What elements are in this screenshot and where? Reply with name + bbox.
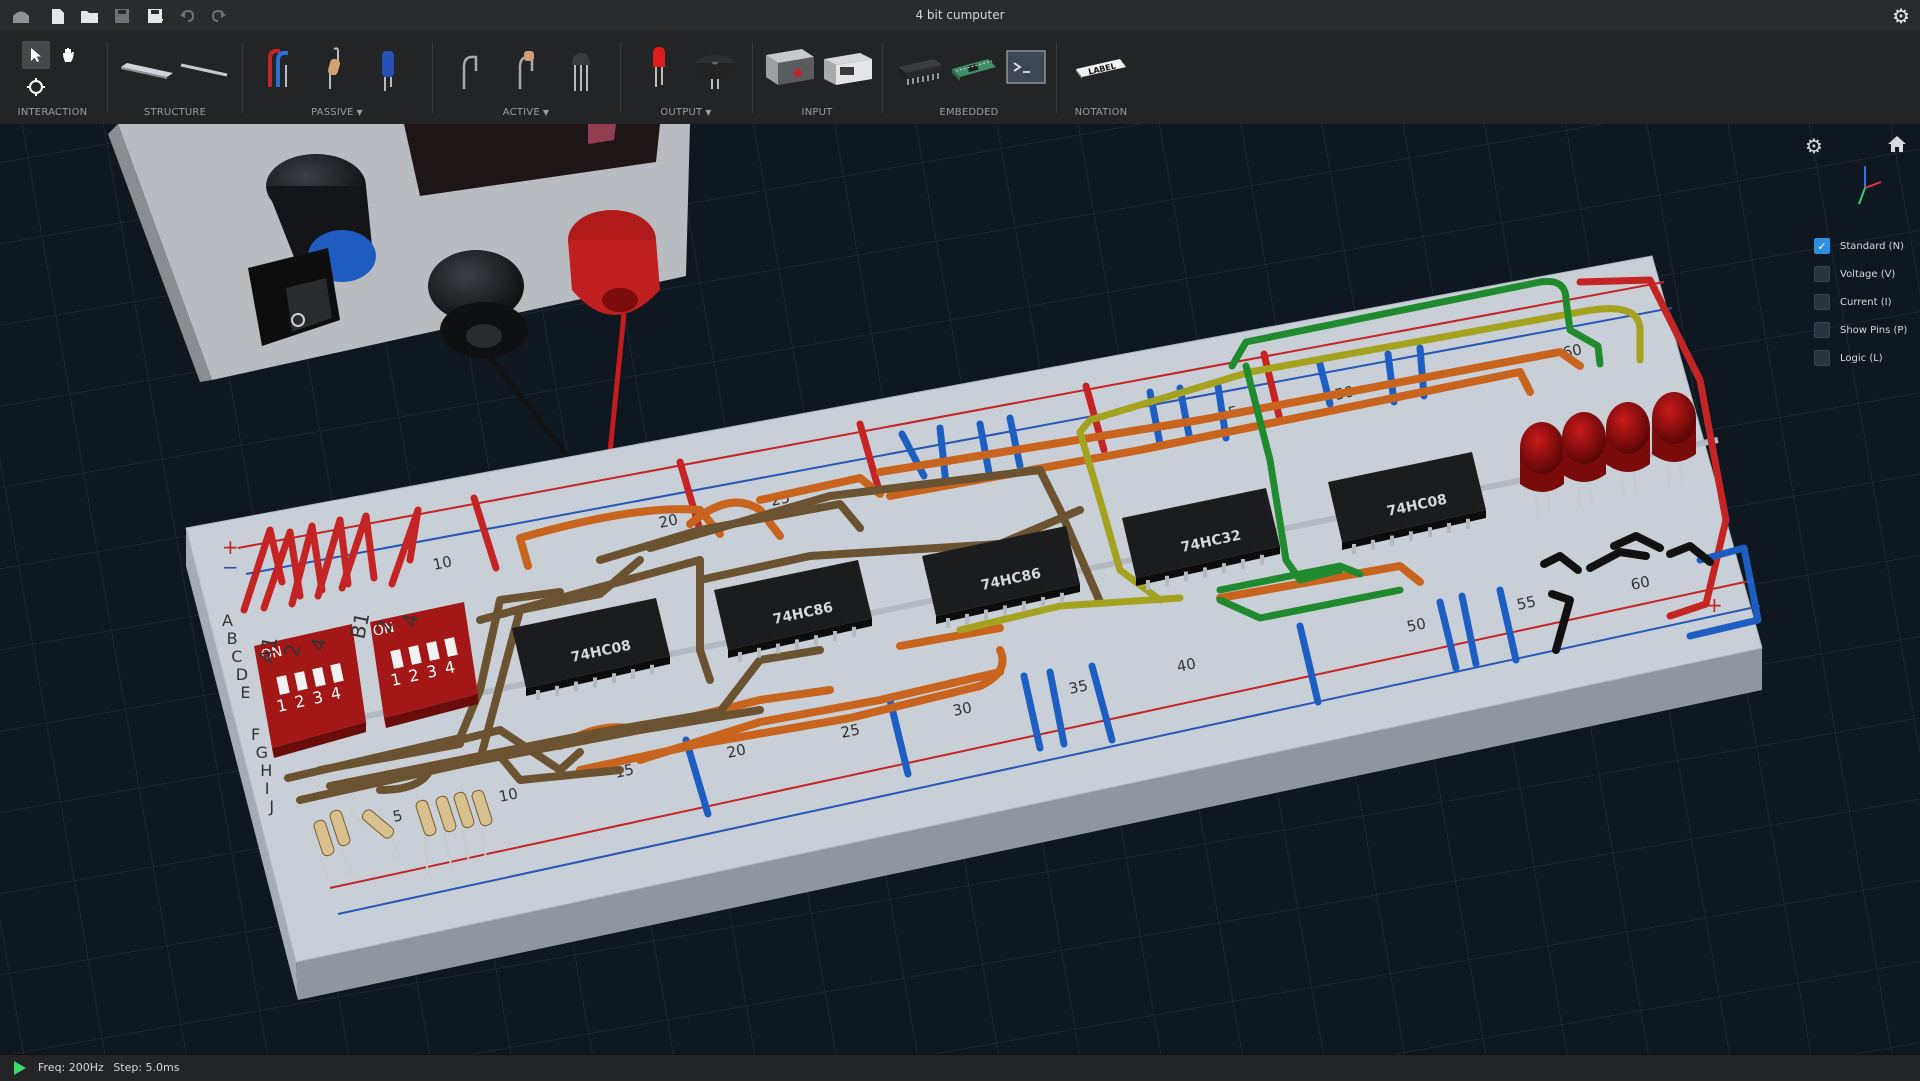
3d-viewport[interactable]: + − + ABCDEFGHIJ 10 20 25 45 50 60 5 10 15 20 25 30… <box>0 124 1920 1054</box>
view-option-voltage[interactable]: Voltage (V) <box>1814 260 1920 288</box>
led-diode-tool[interactable] <box>504 41 550 95</box>
group-label-active: ACTIVE ▼ <box>502 107 550 118</box>
toolbar-group-output[interactable]: OUTPUT ▼ <box>622 31 750 124</box>
view-option-show-pins[interactable]: Show Pins (P) <box>1814 316 1920 344</box>
toolbar-group-structure: STRUCTURE <box>109 31 241 124</box>
group-label-input: INPUT <box>801 107 833 118</box>
show-pins-checkbox[interactable] <box>1814 322 1830 338</box>
jumper-wires-tool[interactable] <box>258 41 304 95</box>
standard-checkbox[interactable]: ✓ <box>1814 238 1830 254</box>
power-supply-tool[interactable] <box>762 41 818 95</box>
terminal-console-tool[interactable] <box>1004 41 1048 95</box>
view-settings-gear-icon[interactable]: ⚙ <box>1805 134 1823 158</box>
function-generator-tool[interactable] <box>820 41 876 95</box>
group-label-embedded: EMBEDDED <box>939 107 999 118</box>
red-terminal-post[interactable] <box>568 210 660 315</box>
select-pointer-tool[interactable] <box>22 41 50 69</box>
view-option-current[interactable]: Current (I) <box>1814 288 1920 316</box>
home-view-icon[interactable] <box>1886 134 1908 156</box>
microcontroller-board-tool[interactable] <box>948 41 1000 95</box>
component-toolbar: INTERACTION STRUCTURE PASSIVE ▼ ACTIVE ▼… <box>0 31 1920 125</box>
label-tool[interactable]: LABEL <box>1072 41 1130 95</box>
label-tool-text: LABEL <box>1087 62 1116 77</box>
row-letter: J <box>268 797 274 816</box>
row-letter: G <box>256 743 268 762</box>
view-option-standard[interactable]: ✓ Standard (N) <box>1814 232 1920 260</box>
circuit-scene[interactable]: + − + ABCDEFGHIJ 10202545506051015202530… <box>0 124 1920 1054</box>
resistor-tool[interactable] <box>312 41 358 95</box>
play-simulation-icon[interactable] <box>14 1061 26 1075</box>
step-readout: Step: 5.0ms <box>113 1061 180 1074</box>
row-letter: H <box>260 761 272 780</box>
row-letter: F <box>251 725 260 744</box>
row-letter: B <box>227 629 238 648</box>
row-letter: A <box>222 611 233 630</box>
title-bar: 4 bit cumputer ⚙ <box>0 0 1920 31</box>
row-letter: E <box>240 683 250 702</box>
transistor-tool[interactable] <box>558 41 604 95</box>
capacitor-tool[interactable] <box>366 41 412 95</box>
group-label-interaction: INTERACTION <box>17 107 88 118</box>
group-label-notation: NOTATION <box>1074 107 1128 118</box>
toolbar-group-interaction: INTERACTION <box>0 31 105 124</box>
status-bar: Freq: 200Hz Step: 5.0ms <box>0 1054 1920 1081</box>
toolbar-group-passive[interactable]: PASSIVE ▼ <box>244 31 430 124</box>
row-letter: D <box>236 665 248 684</box>
simulation-status: Freq: 200Hz Step: 5.0ms <box>38 1061 186 1074</box>
frequency-readout: Freq: 200Hz <box>38 1061 104 1074</box>
hand-pan-tool[interactable] <box>54 41 82 69</box>
group-label-passive: PASSIVE ▼ <box>311 107 363 118</box>
diode-tool[interactable] <box>448 41 494 95</box>
group-label-output: OUTPUT ▼ <box>660 107 712 118</box>
settings-gear-icon[interactable]: ⚙ <box>1892 4 1910 28</box>
rail-minus-label: − <box>222 555 239 579</box>
toolbar-group-notation: LABEL NOTATION <box>1058 31 1144 124</box>
window-title: 4 bit cumputer <box>915 8 1005 22</box>
wire-tool[interactable] <box>177 55 233 81</box>
logic-checkbox[interactable] <box>1814 350 1830 366</box>
row-letter: C <box>231 647 242 666</box>
breadboard-tool[interactable] <box>119 53 175 83</box>
toolbar-group-active[interactable]: ACTIVE ▼ <box>434 31 618 124</box>
toolbar-group-embedded: EMBEDDED <box>884 31 1054 124</box>
axis-gizmo[interactable] <box>1845 160 1885 214</box>
buzzer-tool[interactable] <box>692 41 738 95</box>
probe-crosshair-tool[interactable] <box>22 73 50 101</box>
view-option-logic[interactable]: Logic (L) <box>1814 344 1920 372</box>
view-options-panel: ✓ Standard (N) Voltage (V) Current (I) Sh… <box>1814 232 1920 372</box>
group-label-structure: STRUCTURE <box>143 107 207 118</box>
row-letter: I <box>265 779 270 798</box>
voltage-checkbox[interactable] <box>1814 266 1830 282</box>
red-led-tool[interactable] <box>636 41 682 95</box>
toolbar-group-input: INPUT <box>754 31 880 124</box>
ic-chip-tool[interactable] <box>894 41 946 95</box>
current-checkbox[interactable] <box>1814 294 1830 310</box>
